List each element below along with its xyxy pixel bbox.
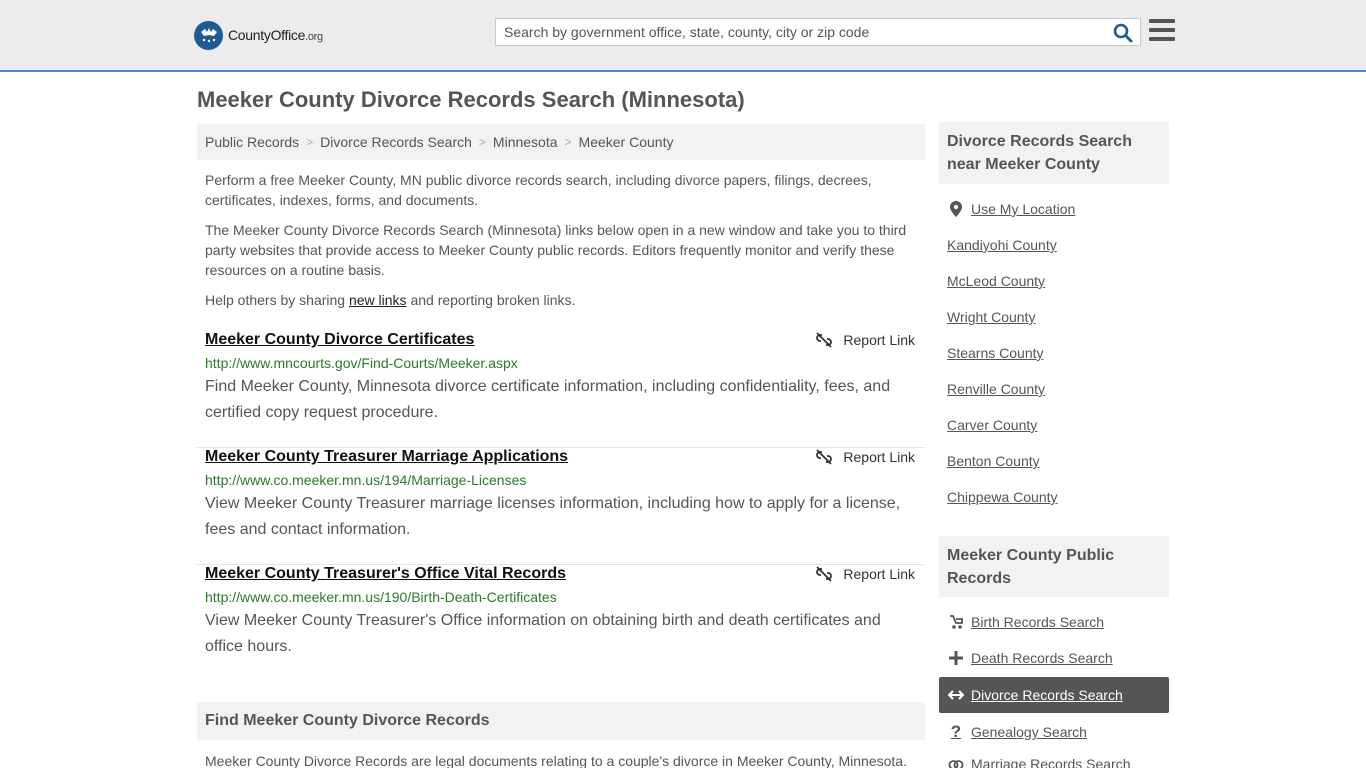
marriage-records-link[interactable]: Marriage Records Search <box>947 756 1131 768</box>
breadcrumb-divorce-records[interactable]: Divorce Records Search <box>320 134 472 150</box>
death-records-label: Death Records Search <box>971 650 1113 666</box>
new-links-link[interactable]: new links <box>349 292 407 308</box>
intro-paragraph-3: Help others by sharing new links and rep… <box>205 290 917 310</box>
birth-records-label: Birth Records Search <box>971 614 1105 630</box>
result-url: http://www.co.meeker.mn.us/194/Marriage-… <box>205 472 527 488</box>
baby-carriage-icon <box>947 614 965 630</box>
nearby-county-link[interactable]: Benton County <box>947 453 1040 469</box>
search-button[interactable] <box>1112 22 1134 44</box>
nearby-county-link[interactable]: Kandiyohi County <box>947 237 1057 253</box>
report-link-label: Report Link <box>843 332 915 348</box>
share-suffix: and reporting broken links. <box>406 292 576 308</box>
search-icon <box>1113 23 1133 43</box>
breadcrumb-minnesota[interactable]: Minnesota <box>493 134 558 150</box>
death-records-link[interactable]: Death Records Search <box>947 650 1113 666</box>
divorce-records-link[interactable]: Divorce Records Search <box>939 677 1169 713</box>
result-description: View Meeker County Treasurer marriage li… <box>205 495 901 538</box>
nearby-county-link[interactable]: Carver County <box>947 417 1037 433</box>
result-title-link[interactable]: Meeker County Divorce Certificates <box>205 331 474 349</box>
result-item: Meeker County Treasurer's Office Vital R… <box>197 565 925 682</box>
result-description: Find Meeker County, Minnesota divorce ce… <box>205 378 891 421</box>
report-link-button[interactable]: Report Link <box>816 449 915 465</box>
cross-icon <box>947 651 965 665</box>
logo-county: County <box>228 27 271 43</box>
breadcrumb: Public Records > Divorce Records Search … <box>197 124 925 160</box>
use-my-location-label: Use My Location <box>971 201 1076 217</box>
logo-emblem-icon <box>194 20 223 50</box>
result-title-link[interactable]: Meeker County Treasurer's Office Vital R… <box>205 565 566 583</box>
result-title-link[interactable]: Meeker County Treasurer Marriage Applica… <box>205 448 568 466</box>
result-description: View Meeker County Treasurer's Office in… <box>205 612 881 655</box>
nearby-county-link[interactable]: Chippewa County <box>947 489 1058 505</box>
breadcrumb-public-records[interactable]: Public Records <box>205 134 299 150</box>
logo-office: Office <box>270 27 306 43</box>
map-marker-icon <box>947 201 965 217</box>
report-link-button[interactable]: Report Link <box>816 332 915 348</box>
nearby-county-link[interactable]: Stearns County <box>947 345 1044 361</box>
genealogy-link[interactable]: ? Genealogy Search <box>947 722 1087 742</box>
find-records-text: Meeker County Divorce Records are legal … <box>205 753 907 768</box>
result-item: Meeker County Treasurer Marriage Applica… <box>197 448 925 565</box>
nearby-heading: Divorce Records Search near Meeker Count… <box>939 122 1169 184</box>
broken-link-icon <box>816 449 833 465</box>
rings-icon <box>947 757 965 768</box>
result-item: Meeker County Divorce Certificates Repor… <box>197 331 925 448</box>
use-my-location-link[interactable]: Use My Location <box>947 201 1075 217</box>
broken-link-icon <box>816 566 833 582</box>
logo[interactable]: CountyOffice.org <box>194 20 323 50</box>
split-arrows-icon <box>947 689 965 701</box>
result-url: http://www.co.meeker.mn.us/190/Birth-Dea… <box>205 589 557 605</box>
nearby-county-link[interactable]: McLeod County <box>947 273 1045 289</box>
site-header: CountyOffice.org <box>0 0 1366 72</box>
marriage-records-label: Marriage Records Search <box>971 756 1131 768</box>
share-prefix: Help others by sharing <box>205 292 349 308</box>
search-input[interactable] <box>496 19 1106 45</box>
logo-org: .org <box>305 31 323 43</box>
genealogy-label: Genealogy Search <box>971 724 1087 740</box>
chevron-right-icon: > <box>564 135 572 149</box>
page-title: Meeker County Divorce Records Search (Mi… <box>197 87 745 112</box>
logo-wordmark: CountyOffice.org <box>228 27 323 43</box>
broken-link-icon <box>816 332 833 348</box>
question-icon: ? <box>950 722 962 741</box>
intro-paragraph-1: Perform a free Meeker County, MN public … <box>205 172 872 208</box>
birth-records-link[interactable]: Birth Records Search <box>947 614 1104 630</box>
report-link-label: Report Link <box>843 449 915 465</box>
report-link-label: Report Link <box>843 566 915 582</box>
breadcrumb-meeker-county[interactable]: Meeker County <box>579 134 674 150</box>
find-records-heading: Find Meeker County Divorce Records <box>197 702 925 740</box>
chevron-right-icon: > <box>306 135 314 149</box>
result-url: http://www.mncourts.gov/Find-Courts/Meek… <box>205 355 518 371</box>
nearby-county-link[interactable]: Renville County <box>947 381 1045 397</box>
public-records-heading: Meeker County Public Records <box>939 536 1169 597</box>
search-bar <box>495 18 1141 46</box>
intro-paragraph-2: The Meeker County Divorce Records Search… <box>205 222 907 278</box>
report-link-button[interactable]: Report Link <box>816 566 915 582</box>
divorce-records-label: Divorce Records Search <box>971 687 1123 703</box>
hamburger-menu-icon[interactable] <box>1149 18 1175 42</box>
nearby-county-link[interactable]: Wright County <box>947 309 1035 325</box>
chevron-right-icon: > <box>478 135 486 149</box>
